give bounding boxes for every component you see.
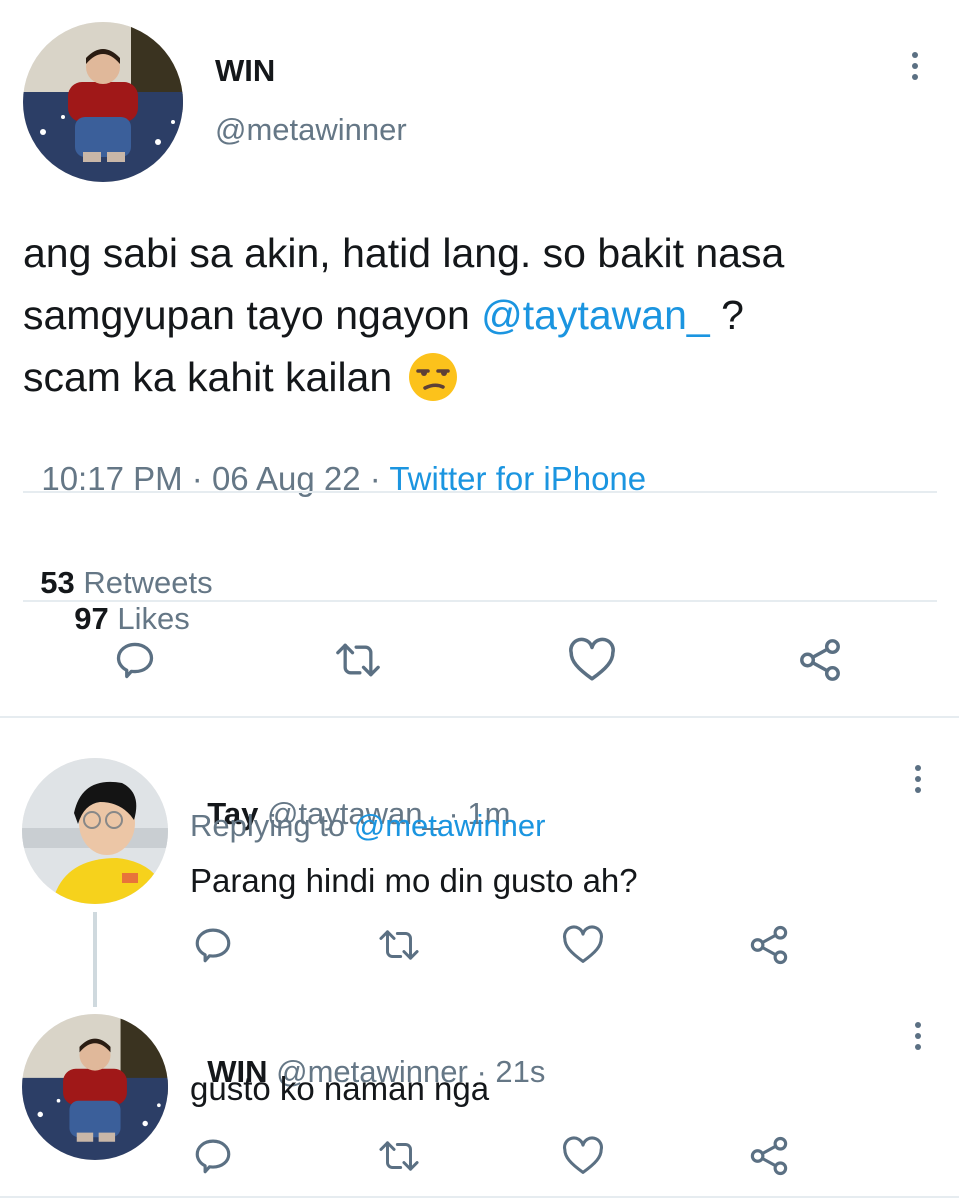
- tweet-text-line2-b: ?: [709, 292, 744, 338]
- tweet-text-line3-text: scam ka kahit kailan: [23, 354, 393, 400]
- more-options-icon[interactable]: [905, 52, 925, 80]
- reply2-share-icon[interactable]: [746, 1133, 792, 1179]
- thread-line: [93, 912, 97, 1007]
- tweet-text-line1: ang sabi sa akin, hatid lang. so bakit n…: [23, 230, 785, 276]
- tweet-text-line3: scam ka kahit kailan: [23, 346, 943, 408]
- likes-stat[interactable]: 97 Likes: [74, 601, 189, 636]
- avatar-tay[interactable]: [22, 758, 168, 904]
- retweets-label: Retweets: [83, 565, 213, 600]
- reply2-retweet-icon[interactable]: [372, 1133, 426, 1179]
- replying-to-label: Replying to: [190, 808, 346, 843]
- retweet-icon[interactable]: [328, 635, 388, 685]
- tweet-meta: 10:17 PM · 06 Aug 22 · Twitter for iPhon…: [23, 422, 646, 498]
- retweets-count: 53: [40, 565, 75, 600]
- reply2-text: gusto ko naman nga: [190, 1070, 490, 1107]
- divider: [23, 600, 937, 602]
- avatar-win[interactable]: [23, 22, 183, 182]
- likes-count: 97: [74, 601, 109, 636]
- engagement-stats: 53 Retweets 97 Likes: [23, 529, 212, 637]
- retweets-stat[interactable]: 53 Retweets: [40, 565, 212, 600]
- mention-link[interactable]: @taytawan_: [481, 292, 710, 338]
- reply2-reply-icon[interactable]: [188, 1133, 238, 1179]
- reply1-share-icon[interactable]: [746, 922, 792, 968]
- share-icon[interactable]: [794, 635, 846, 685]
- bottom-divider: [0, 1196, 959, 1198]
- unamused-face-emoji: [408, 352, 458, 402]
- heart-icon[interactable]: [562, 635, 622, 685]
- author-handle[interactable]: @metawinner: [215, 112, 407, 148]
- reply1-retweet-icon[interactable]: [372, 922, 426, 968]
- replying-to-mention[interactable]: @metawinner: [354, 808, 546, 843]
- reply1-replying-to: Replying to @metawinner: [190, 808, 545, 844]
- tweet-text-line2: samgyupan tayo ngayon @taytawan_ ?: [23, 284, 943, 346]
- section-divider: [0, 716, 959, 718]
- reply1-more-options-icon[interactable]: [908, 765, 928, 793]
- reply1-heart-icon[interactable]: [558, 922, 608, 968]
- reply2-heart-icon[interactable]: [558, 1133, 608, 1179]
- reply2-more-options-icon[interactable]: [908, 1022, 928, 1050]
- reply1-reply-icon[interactable]: [188, 922, 238, 968]
- author-display-name[interactable]: WIN: [215, 53, 275, 89]
- divider: [23, 491, 937, 493]
- tweet-text: ang sabi sa akin, hatid lang. so bakit n…: [23, 222, 943, 408]
- avatar-win-reply[interactable]: [22, 1014, 168, 1160]
- tweet-text-line2-a: samgyupan tayo ngayon: [23, 292, 482, 338]
- reply1-text: Parang hindi mo din gusto ah?: [190, 862, 638, 899]
- likes-label: Likes: [117, 601, 190, 636]
- reply-icon[interactable]: [110, 635, 160, 685]
